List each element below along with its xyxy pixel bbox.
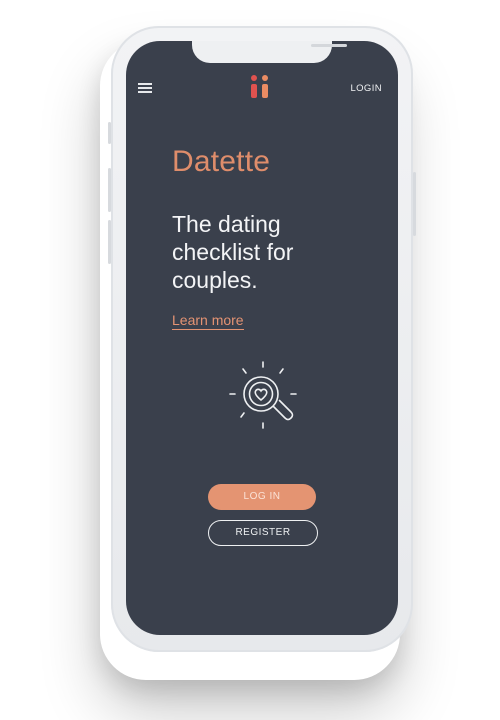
app-tagline: The dating checklist for couples. xyxy=(172,211,294,293)
app-logo-icon xyxy=(250,75,270,103)
volume-down-button xyxy=(108,220,111,264)
header-login-link[interactable]: LOGIN xyxy=(350,83,382,94)
register-button[interactable]: REGISTER xyxy=(208,520,318,546)
speaker-grille xyxy=(311,44,347,47)
volume-up-button xyxy=(108,168,111,212)
magnifier-heart-icon xyxy=(229,361,297,429)
app-screen: LOGIN Datette The dating checklist for c… xyxy=(126,41,398,635)
mute-switch xyxy=(108,122,111,144)
hamburger-menu-icon[interactable] xyxy=(138,83,152,93)
learn-more-link[interactable]: Learn more xyxy=(172,312,244,330)
app-title: Datette xyxy=(172,145,271,178)
power-button xyxy=(413,172,416,236)
phone-notch xyxy=(192,41,347,63)
login-button[interactable]: LOG IN xyxy=(208,484,316,510)
